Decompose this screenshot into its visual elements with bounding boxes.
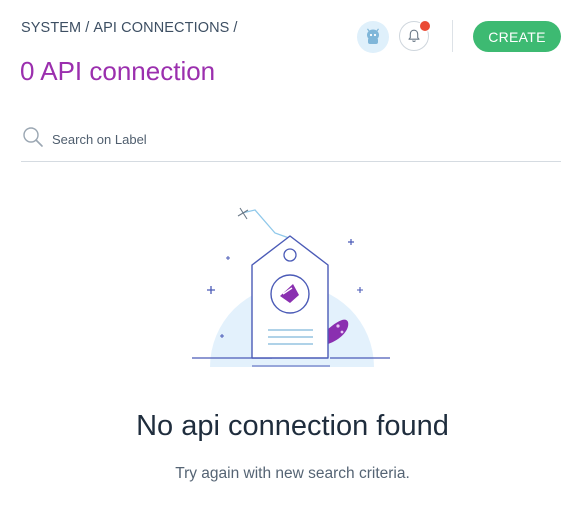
- notifications-button[interactable]: [399, 20, 431, 51]
- user-avatar-icon: [367, 28, 379, 44]
- empty-state-subtitle: Try again with new search criteria.: [175, 465, 410, 482]
- breadcrumb-separator: /: [233, 20, 238, 36]
- header-divider: [452, 20, 453, 52]
- create-button[interactable]: CREATE: [473, 21, 561, 52]
- breadcrumb-item-api-connections[interactable]: API CONNECTIONS: [93, 20, 229, 36]
- bell-icon: [408, 29, 420, 42]
- empty-state-title: No api connection found: [136, 410, 449, 442]
- search-bar: [21, 125, 561, 162]
- page-title: 0 API connection: [20, 56, 216, 86]
- empty-state-illustration: [180, 200, 405, 375]
- notification-badge: [419, 20, 431, 32]
- breadcrumb-item-system[interactable]: SYSTEM: [21, 20, 81, 36]
- breadcrumb: SYSTEM / API CONNECTIONS /: [21, 20, 242, 36]
- search-icon: [23, 127, 43, 147]
- breadcrumb-separator: /: [85, 20, 90, 36]
- avatar[interactable]: [357, 21, 389, 53]
- search-input[interactable]: [50, 127, 534, 151]
